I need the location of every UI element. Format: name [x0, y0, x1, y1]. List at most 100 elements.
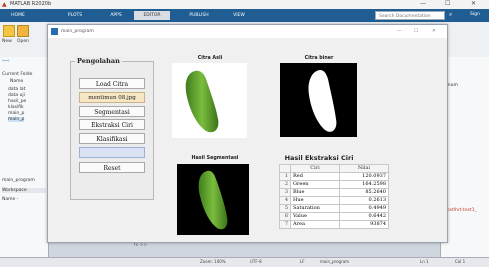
table-cell-value[interactable]: 0.6442 [339, 212, 389, 221]
original-image-title: Citra Asli [197, 56, 223, 61]
open-file-label: main_program [2, 178, 35, 183]
binary-mask-image [308, 70, 337, 132]
file-item[interactable]: hasil_pe [8, 99, 26, 104]
file-item[interactable]: data lat [8, 87, 25, 92]
figure-title: main_program [61, 29, 94, 34]
minimize-icon[interactable]: — [420, 0, 426, 7]
segmentation-button[interactable]: Segmentasi [79, 106, 145, 117]
table-cell-idx[interactable]: 7 [279, 220, 291, 229]
table-row: 4 Hue 0.2613 [279, 196, 389, 205]
table-cell-name[interactable]: Saturation [290, 204, 340, 213]
ribbon-tab-bar: HOME PLOTS APPS EDITOR PUBLISH VIEW Sear… [0, 9, 489, 22]
figure-titlebar: main_program — ☐ ✕ [48, 25, 447, 38]
original-image-axes [172, 63, 247, 138]
cucumber-image [185, 70, 219, 133]
maximize-icon[interactable]: ☐ [445, 0, 450, 7]
status-column: Col 1 [455, 259, 466, 264]
search-input[interactable]: Search Documentation [375, 11, 445, 20]
load-image-button[interactable]: Load Citra [79, 78, 145, 89]
table-cell-idx[interactable]: 2 [279, 180, 291, 189]
status-line: Ln 1 [420, 259, 429, 264]
table-cell-idx[interactable]: 5 [279, 204, 291, 213]
table-cell-name[interactable]: Red [290, 172, 340, 181]
figure-close-icon[interactable]: ✕ [432, 25, 436, 38]
table-cell-idx[interactable]: 6 [279, 212, 291, 221]
figure-maximize-icon[interactable]: ☐ [414, 25, 418, 38]
tab-plots[interactable]: PLOTS [62, 11, 88, 20]
status-line-ending: LF [300, 259, 305, 264]
table-row: 1 Red 120.0937 [279, 172, 389, 181]
table-header-row: Ciri Nilai [279, 164, 389, 173]
file-item[interactable]: main_p [8, 111, 24, 116]
feature-table-title: Hasil Ekstraksi Ciri [284, 154, 354, 162]
file-item-selected[interactable]: main_p [8, 117, 25, 122]
table-cell-name[interactable]: Blue [290, 188, 340, 197]
new-file-icon[interactable] [3, 25, 15, 37]
status-file: main_program [320, 259, 350, 264]
figure-minimize-icon[interactable]: — [397, 25, 402, 38]
table-cell-name[interactable]: Green [290, 180, 340, 189]
feature-table: Ciri Nilai 1 Red 120.0937 2 Green 164.2598 3 Bl… [279, 164, 389, 229]
name-column-header[interactable]: Name [10, 79, 23, 84]
column-header[interactable]: Nilai [339, 164, 389, 173]
table-cell-value[interactable]: 120.0937 [339, 172, 389, 181]
table-cell-idx[interactable]: 4 [279, 196, 291, 205]
open-button-label[interactable]: Open [17, 39, 29, 44]
matlab-logo-icon: ▲ [2, 1, 7, 8]
open-folder-icon[interactable] [17, 25, 29, 37]
table-cell-value[interactable]: 0.4949 [339, 204, 389, 213]
column-header[interactable]: Ciri [290, 164, 340, 173]
right-pane-link[interactable]: nostlhrt-test1_ [444, 208, 477, 213]
matlab-titlebar: ▲ MATLAB R2020b — ☐ ✕ [0, 0, 489, 9]
table-row: 5 Saturation 0.4949 [279, 204, 389, 213]
table-row: 7 Area 93874 [279, 220, 389, 229]
segmented-image-axes [177, 164, 249, 235]
table-cell-name[interactable]: Area [290, 220, 340, 229]
sign-in-link[interactable]: Sign [470, 12, 480, 17]
feature-extraction-button[interactable]: Ekstraksi Ciri [79, 119, 145, 130]
workspace-header: Workspace [2, 188, 46, 193]
table-cell-value[interactable]: 0.2613 [339, 196, 389, 205]
table-row: 2 Green 164.2598 [279, 180, 389, 189]
status-encoding: UTF-8 [250, 259, 262, 264]
current-folder-header: Current Folde [2, 72, 33, 77]
figure-icon [51, 28, 58, 35]
filename-field: mentimun 08.jpg [79, 92, 145, 103]
table-cell-name[interactable]: Value [290, 212, 340, 221]
segmented-cucumber-image [198, 170, 228, 230]
table-row: 6 Value 0.6442 [279, 212, 389, 221]
table-cell-value[interactable]: 93874 [339, 220, 389, 229]
table-row: 3 Blue 85.2640 [279, 188, 389, 197]
classification-result-field [79, 147, 145, 158]
tab-editor[interactable]: EDITOR [134, 11, 170, 20]
close-icon[interactable]: ✕ [471, 0, 476, 7]
file-item[interactable]: klasifik [8, 105, 24, 110]
table-cell-name[interactable]: Hue [290, 196, 340, 205]
processing-panel: Pengolahan Load Citra mentimun 08.jpg Se… [70, 57, 154, 200]
new-button-label[interactable]: New [2, 39, 12, 44]
table-cell-value[interactable]: 164.2598 [339, 180, 389, 189]
command-prompt[interactable]: fx >> [134, 243, 147, 248]
table-cell-idx[interactable]: 3 [279, 188, 291, 197]
search-icon[interactable]: ⌕ [449, 11, 452, 19]
table-corner [279, 164, 291, 173]
status-zoom: Zoom: 100% [200, 259, 226, 264]
tab-home[interactable]: HOME [5, 11, 31, 20]
table-cell-value[interactable]: 85.2640 [339, 188, 389, 197]
tab-publish[interactable]: PUBLISH [184, 11, 214, 20]
workspace-name-column[interactable]: Name - [2, 197, 18, 202]
file-item[interactable]: data uji [8, 93, 25, 98]
reset-button[interactable]: Reset [79, 162, 145, 173]
panel-title: Pengolahan [75, 57, 122, 65]
segmentation-title: Hasil Segmentasi [191, 156, 239, 161]
current-folder-pane: ⇦⇨ Current Folde Name data lat data uji … [0, 57, 49, 257]
binary-image-title: Citra biner [304, 56, 334, 61]
nav-arrows-icon[interactable]: ⇦⇨ [2, 59, 10, 64]
binary-image-axes [280, 63, 357, 137]
classification-button[interactable]: Klasifikasi [79, 133, 145, 144]
tab-apps[interactable]: APPS [103, 11, 129, 20]
figure-window: main_program — ☐ ✕ Pengolahan Load Citra… [47, 24, 448, 243]
app-title: MATLAB R2020b [10, 1, 52, 7]
tab-view[interactable]: VIEW [226, 11, 252, 20]
table-cell-idx[interactable]: 1 [279, 172, 291, 181]
